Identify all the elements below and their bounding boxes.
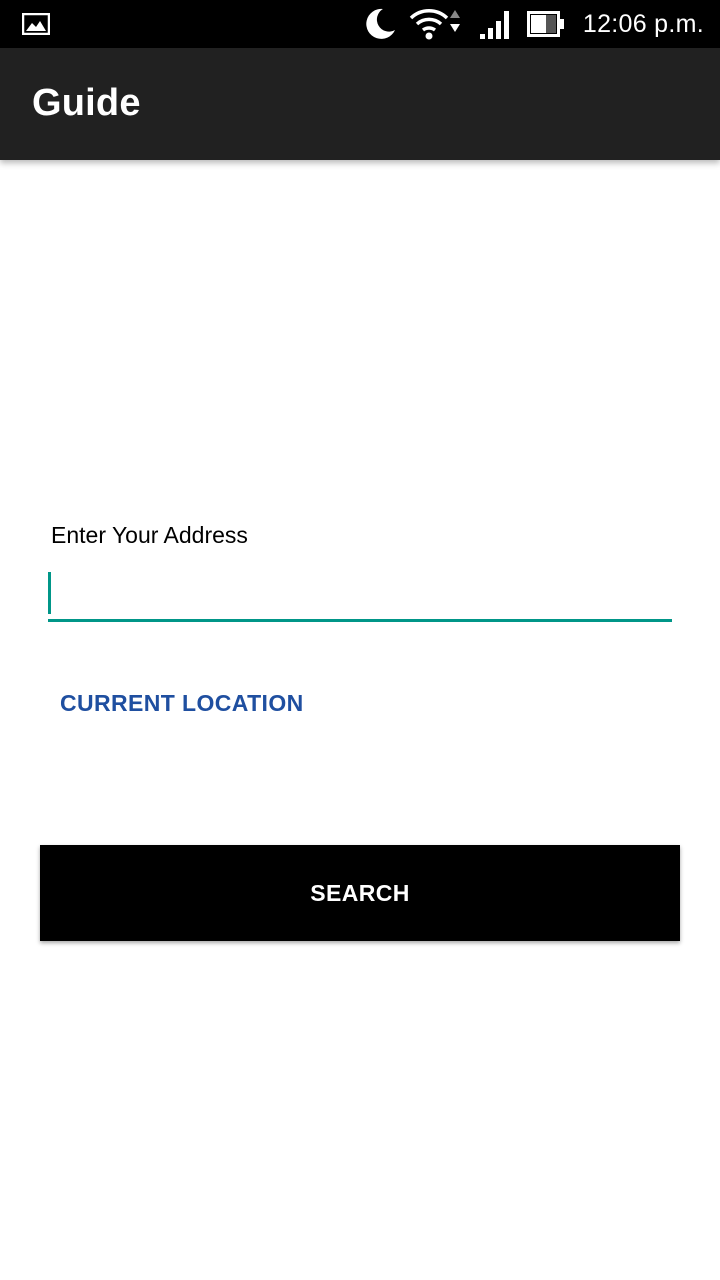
current-location-button[interactable]: CURRENT LOCATION — [60, 690, 304, 717]
page-title: Guide — [32, 82, 141, 124]
status-icons: 12:06 p.m. — [361, 0, 704, 48]
moon-icon — [361, 6, 397, 42]
status-time: 12:06 p.m. — [582, 9, 704, 38]
text-cursor — [48, 572, 51, 614]
screen: 12:06 p.m. Guide Enter Your Address CURR… — [0, 0, 720, 1280]
address-label: Enter Your Address — [51, 522, 248, 548]
search-button[interactable]: SEARCH — [40, 845, 680, 941]
signal-icon — [479, 8, 513, 40]
wifi-icon — [409, 6, 465, 42]
gallery-icon — [21, 12, 51, 36]
address-input[interactable] — [48, 568, 672, 622]
app-bar: Guide — [0, 48, 720, 160]
status-bar: 12:06 p.m. — [0, 0, 720, 48]
battery-icon — [526, 11, 565, 37]
